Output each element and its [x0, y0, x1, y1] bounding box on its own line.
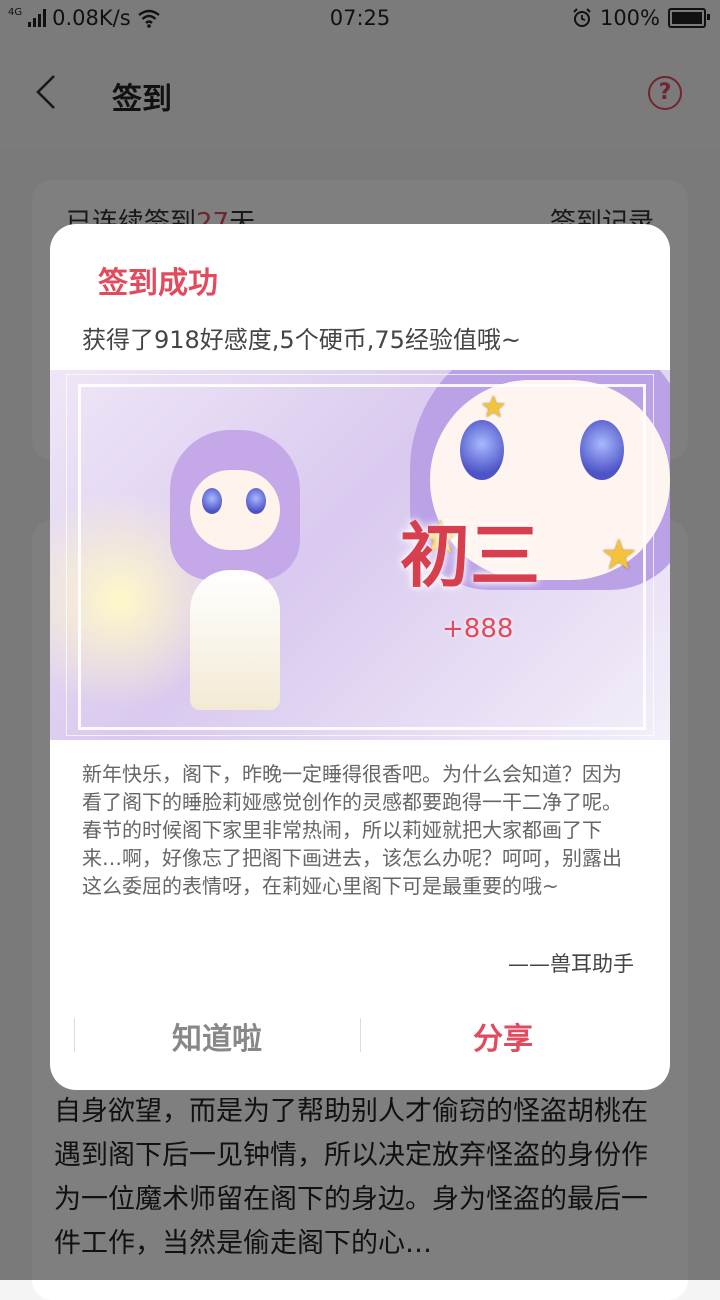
signature: ——兽耳助手: [508, 952, 634, 976]
checkin-success-dialog: 签到成功 获得了918好感度,5个硬币,75经验值哦~ ★ ★ ★ 初三 +88…: [50, 224, 670, 1090]
lunar-day-label: 初三: [400, 514, 540, 597]
bonus-points: +888: [442, 614, 514, 644]
dialog-title: 签到成功: [98, 266, 218, 301]
reward-text: 获得了918好感度,5个硬币,75经验值哦~: [82, 326, 521, 354]
share-button[interactable]: 分享: [360, 1014, 646, 1058]
greeting-message: 新年快乐，阁下，昨晚一定睡得很香吧。为什么会知道？因为看了阁下的睡脸莉娅感觉创作…: [82, 762, 622, 898]
dialog-buttons: 知道啦 分享: [50, 1004, 670, 1070]
new-year-banner-image: ★ ★ ★ 初三 +888: [50, 370, 670, 740]
got-it-button[interactable]: 知道啦: [74, 1014, 360, 1058]
